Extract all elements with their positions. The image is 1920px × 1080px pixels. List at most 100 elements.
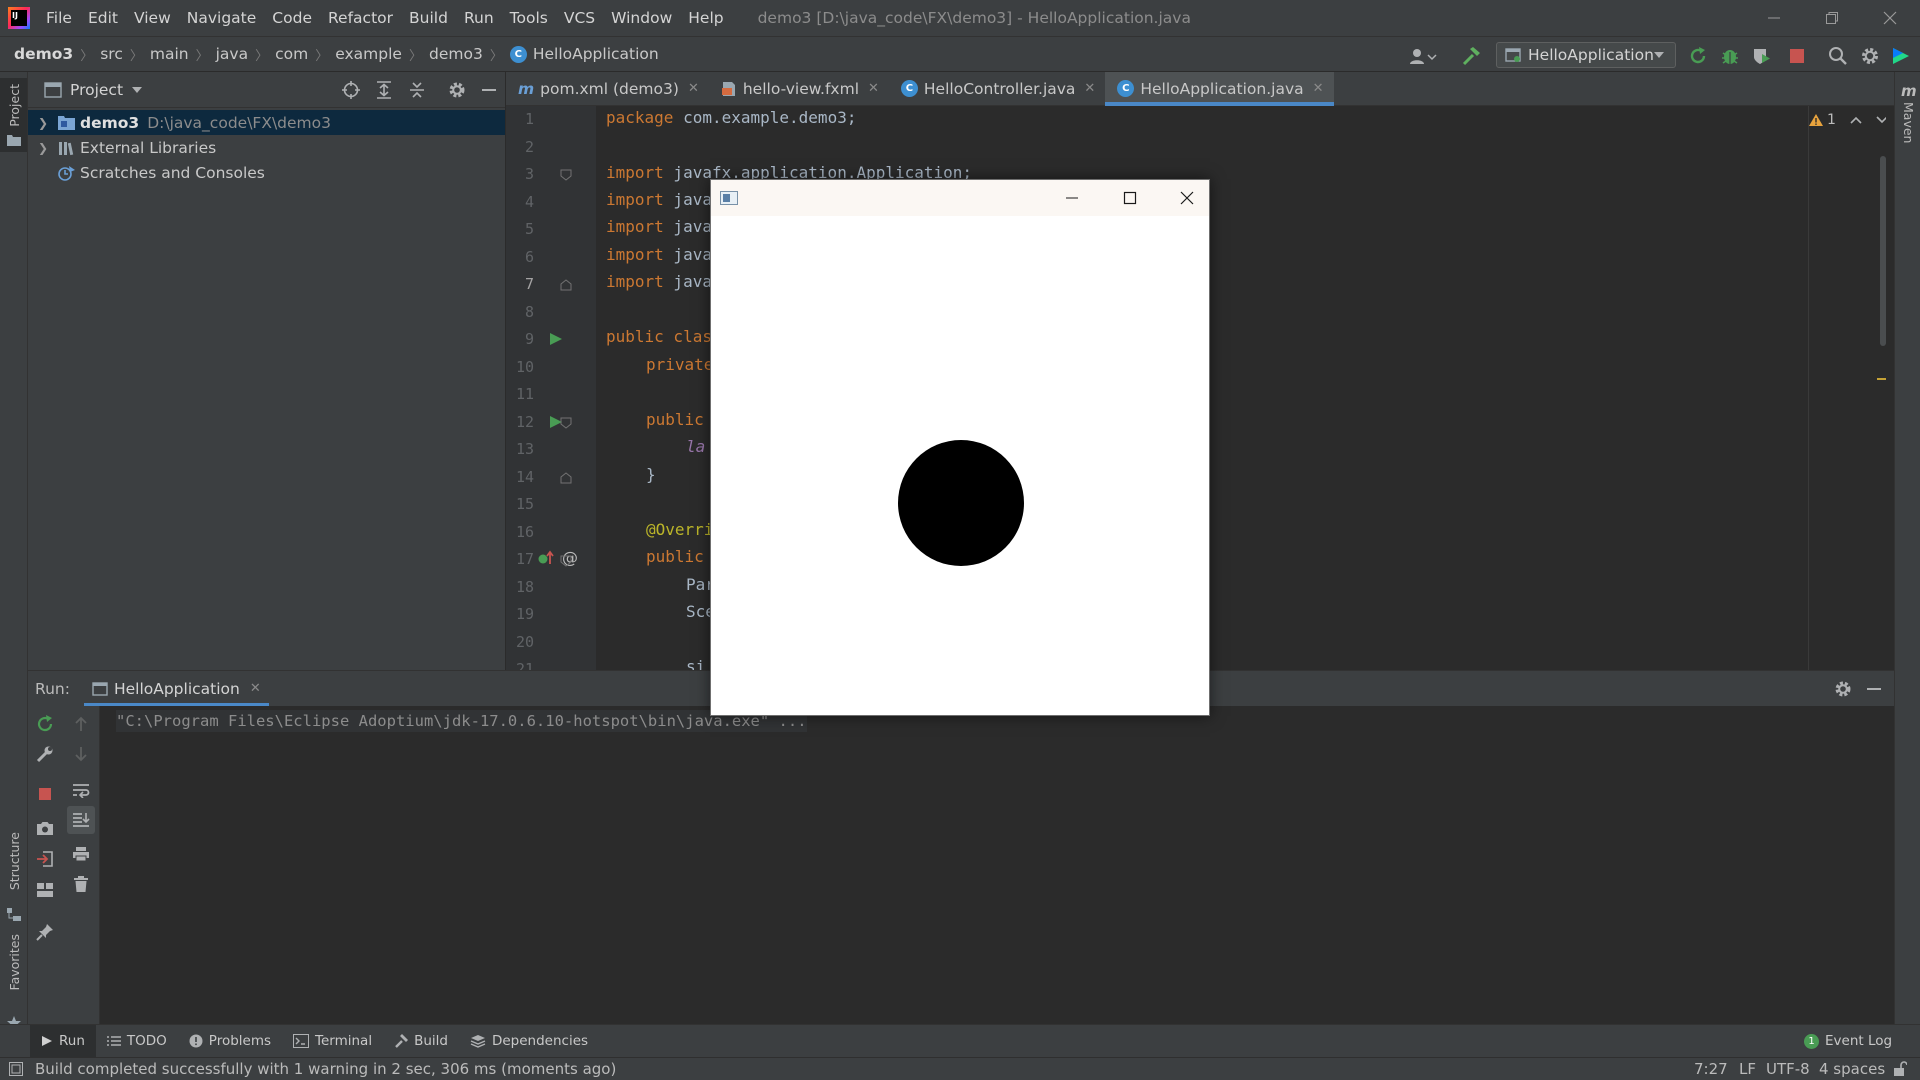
menu-tools[interactable]: Tools — [502, 0, 556, 36]
gear-icon[interactable] — [448, 81, 466, 99]
chevron-down-icon[interactable] — [1876, 115, 1886, 125]
code-with-me-button[interactable] — [1890, 45, 1912, 67]
select-opened-file-icon[interactable] — [342, 81, 360, 99]
line-separator[interactable]: LF — [1739, 1060, 1756, 1078]
structure-tool-button[interactable]: Structure — [0, 832, 27, 928]
layout-button[interactable] — [33, 878, 57, 902]
scroll-down-button[interactable] — [69, 742, 93, 766]
tool-dependencies[interactable]: Dependencies — [459, 1025, 599, 1058]
dump-threads-button[interactable] — [33, 816, 57, 840]
chevron-up-icon[interactable] — [1850, 115, 1862, 125]
tool-terminal[interactable]: Terminal — [282, 1025, 383, 1058]
run-console[interactable] — [28, 706, 1894, 1024]
menu-window[interactable]: Window — [603, 0, 680, 36]
menu-build[interactable]: Build — [401, 0, 456, 36]
tool-build[interactable]: Build — [383, 1025, 459, 1058]
menu-file[interactable]: File — [38, 0, 80, 36]
indent-setting[interactable]: 4 spaces — [1819, 1060, 1885, 1078]
project-panel-title[interactable]: Project — [70, 81, 123, 99]
fold-marker-icon[interactable] — [560, 417, 572, 429]
close-tab-icon[interactable]: ✕ — [868, 81, 879, 96]
run-tab-helloapplication[interactable]: HelloApplication ✕ — [83, 671, 269, 707]
fold-marker-icon[interactable] — [560, 555, 572, 567]
fold-marker-icon[interactable] — [560, 169, 572, 181]
run-gutter-icon[interactable] — [549, 332, 563, 346]
fx-minimize-button[interactable] — [1048, 180, 1096, 216]
menu-code[interactable]: Code — [264, 0, 320, 36]
tab-hello-view-fxml[interactable]: hello-view.fxml ✕ — [709, 72, 889, 105]
close-tab-icon[interactable]: ✕ — [1313, 81, 1324, 96]
status-message[interactable]: Build completed successfully with 1 warn… — [35, 1060, 616, 1078]
hide-panel-icon[interactable] — [1866, 681, 1882, 697]
breadcrumb-helloapplication[interactable]: C HelloApplication — [509, 45, 659, 63]
menu-navigate[interactable]: Navigate — [179, 0, 265, 36]
expand-all-icon[interactable] — [375, 81, 393, 99]
close-tab-icon[interactable]: ✕ — [688, 81, 699, 96]
tool-event-log[interactable]: 1 Event Log — [1793, 1025, 1903, 1058]
menu-help[interactable]: Help — [680, 0, 731, 36]
soft-wrap-button[interactable] — [69, 778, 93, 802]
favorites-tool-button[interactable]: Favorites — [0, 934, 27, 1034]
search-everywhere-button[interactable] — [1827, 45, 1849, 67]
inspection-widget[interactable]: 1 — [1808, 112, 1886, 128]
minimize-button[interactable] — [1745, 0, 1803, 36]
breadcrumb-demo3[interactable]: demo3 — [14, 45, 73, 63]
restore-button[interactable] — [1803, 0, 1861, 36]
print-button[interactable] — [69, 842, 93, 866]
tree-item-scratches-and-consoles[interactable]: Scratches and Consoles — [28, 160, 505, 185]
scroll-up-button[interactable] — [69, 712, 93, 736]
fold-marker-icon[interactable] — [560, 279, 572, 291]
menu-view[interactable]: View — [126, 0, 179, 36]
hide-panel-icon[interactable] — [481, 82, 497, 98]
run-with-coverage-button[interactable] — [1751, 45, 1773, 67]
breadcrumb-demo3-package[interactable]: demo3 — [429, 45, 483, 63]
tab-hellocontroller-java[interactable]: C HelloController.java ✕ — [889, 72, 1105, 105]
close-tab-icon[interactable]: ✕ — [250, 681, 261, 696]
fx-close-button[interactable] — [1163, 180, 1211, 216]
rerun-button[interactable] — [33, 712, 57, 736]
chevron-down-icon[interactable] — [131, 84, 143, 96]
file-encoding[interactable]: UTF-8 — [1766, 1060, 1810, 1078]
overrides-method-icon[interactable] — [538, 550, 556, 566]
caret-position[interactable]: 7:27 — [1694, 1060, 1728, 1078]
build-project-button[interactable] — [1460, 45, 1482, 67]
maven-tool-button[interactable]: m Maven — [1895, 80, 1920, 150]
breadcrumb-main[interactable]: main — [150, 45, 189, 63]
tool-todo[interactable]: TODO — [96, 1025, 178, 1058]
tool-windows-toggle-icon[interactable] — [9, 1062, 23, 1076]
fx-maximize-button[interactable] — [1106, 180, 1154, 216]
pin-tab-button[interactable] — [33, 920, 57, 944]
edit-configuration-button[interactable] — [33, 742, 57, 766]
menu-edit[interactable]: Edit — [80, 0, 126, 36]
project-tool-button[interactable]: Project — [0, 78, 27, 152]
stop-button[interactable] — [33, 782, 57, 806]
gear-icon[interactable] — [1834, 680, 1852, 698]
fold-marker-icon[interactable] — [560, 472, 572, 484]
tab-helloapplication-java[interactable]: C HelloApplication.java ✕ — [1105, 72, 1334, 106]
chevron-right-icon[interactable]: ❯ — [38, 141, 52, 155]
menu-refactor[interactable]: Refactor — [320, 0, 401, 36]
breadcrumb-src[interactable]: src — [100, 45, 123, 63]
breadcrumb-com[interactable]: com — [275, 45, 308, 63]
warning-stripe-marker[interactable] — [1877, 378, 1886, 380]
editor-scrollbar-thumb[interactable] — [1880, 156, 1886, 346]
breadcrumb-java[interactable]: java — [216, 45, 248, 63]
menu-run[interactable]: Run — [456, 0, 502, 36]
tree-item-external-libraries[interactable]: ❯ External Libraries — [28, 135, 505, 160]
debug-button[interactable] — [1719, 45, 1741, 67]
clear-all-button[interactable] — [69, 872, 93, 896]
close-window-button[interactable] — [1861, 0, 1919, 36]
unlock-icon[interactable] — [1893, 1061, 1907, 1077]
exit-button[interactable] — [33, 847, 57, 871]
vcs-user-button[interactable] — [1408, 45, 1438, 67]
rerun-button[interactable] — [1687, 45, 1709, 67]
run-configuration-selector[interactable]: HelloApplication — [1496, 42, 1676, 68]
tool-problems[interactable]: Problems — [178, 1025, 282, 1058]
javafx-window-titlebar[interactable] — [711, 180, 1209, 216]
scroll-to-end-button[interactable] — [67, 806, 95, 834]
collapse-all-icon[interactable] — [408, 81, 426, 99]
menu-vcs[interactable]: VCS — [556, 0, 603, 36]
tab-pom-xml[interactable]: m pom.xml (demo3) ✕ — [506, 72, 709, 105]
breadcrumb-example[interactable]: example — [335, 45, 402, 63]
stop-button[interactable] — [1786, 45, 1808, 67]
